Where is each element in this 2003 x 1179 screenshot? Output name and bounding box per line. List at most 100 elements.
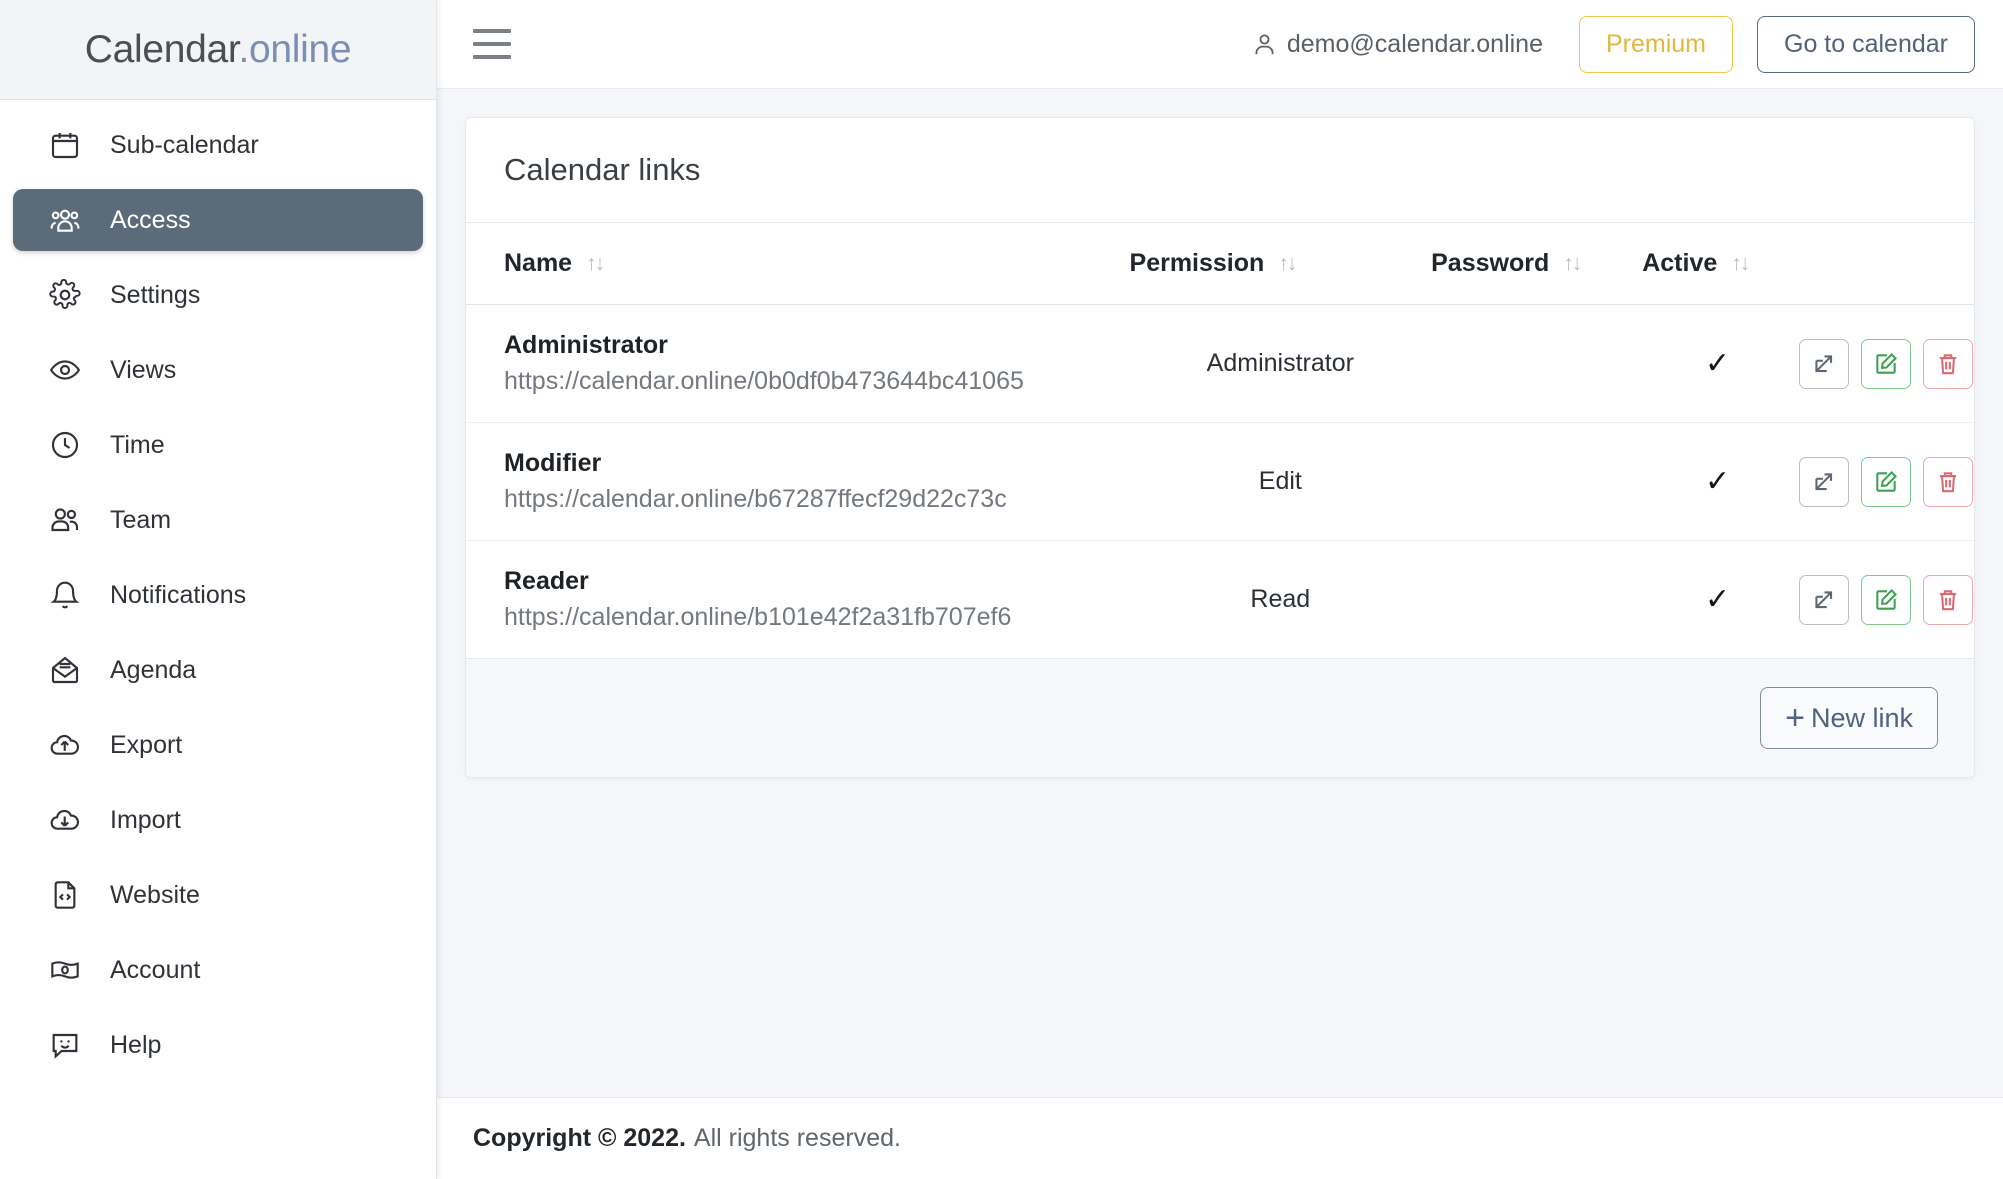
hamburger-icon[interactable] [473, 29, 511, 59]
sidebar-item-import[interactable]: Import [13, 789, 423, 851]
sidebar-item-label: Agenda [110, 655, 197, 684]
external-link-icon[interactable] [1799, 338, 1850, 389]
active-check-icon: ✓ [1705, 582, 1731, 616]
bell-icon [48, 578, 82, 612]
link-name: Reader [504, 567, 589, 595]
sidebar-item-label: Time [110, 430, 165, 459]
sidebar-item-team[interactable]: Team [13, 489, 423, 551]
sidebar-item-label: Export [110, 730, 183, 759]
sidebar-item-label: Account [110, 955, 201, 984]
link-url[interactable]: https://calendar.online/0b0df0b473644bc4… [504, 367, 1130, 396]
edit-pencil-icon[interactable] [1861, 574, 1912, 625]
link-url[interactable]: https://calendar.online/b101e42f2a31fb70… [504, 603, 1130, 632]
sidebar-item-export[interactable]: Export [13, 714, 423, 776]
table-header-row: Name ↑↓ Permission ↑↓ Password ↑↓ Active… [466, 223, 1974, 305]
column-label: Permission [1129, 249, 1265, 277]
table-row: Modifier https://calendar.online/b67287f… [466, 422, 1974, 541]
calendar-icon [48, 128, 82, 162]
sidebar: Calendar.online Sub-calendar Access Sett… [0, 0, 437, 1179]
sidebar-item-help[interactable]: Help [13, 1014, 423, 1076]
sidebar-item-views[interactable]: Views [13, 339, 423, 401]
copyright-bold: Copyright © 2022. [473, 1124, 686, 1152]
table-row: Reader https://calendar.online/b101e42f2… [466, 540, 1974, 659]
cell-actions [1793, 422, 1974, 541]
trash-delete-icon[interactable] [1923, 338, 1974, 389]
brand-logo[interactable]: Calendar.online [0, 0, 436, 100]
card-footer: + New link [466, 659, 1974, 777]
cell-password [1431, 540, 1643, 659]
brand-logo-text: Calendar.online [85, 28, 352, 72]
column-header-active[interactable]: Active ↑↓ [1642, 223, 1794, 305]
column-header-name[interactable]: Name ↑↓ [466, 223, 1130, 305]
copyright-rest: All rights reserved. [693, 1124, 901, 1152]
column-label: Password [1431, 249, 1550, 277]
cloud-upload-icon [48, 728, 82, 762]
plus-icon: + [1785, 699, 1805, 737]
brand-name-secondary: .online [238, 27, 352, 71]
sidebar-item-label: Help [110, 1030, 162, 1059]
sidebar-item-label: Import [110, 805, 181, 834]
topbar: demo@calendar.online Premium Go to calen… [437, 0, 2003, 89]
sort-arrows-icon[interactable]: ↑↓ [586, 253, 605, 274]
sidebar-item-label: Settings [110, 280, 201, 309]
cell-name: Reader https://calendar.online/b101e42f2… [466, 540, 1130, 659]
table-body: Administrator https://calendar.online/0b… [466, 304, 1974, 659]
sidebar-item-settings[interactable]: Settings [13, 264, 423, 326]
cell-name: Modifier https://calendar.online/b67287f… [466, 422, 1130, 541]
column-label: Name [504, 249, 573, 277]
sidebar-item-account[interactable]: Account [13, 939, 423, 1001]
page-title: Calendar links [466, 118, 1974, 223]
smiley-chat-icon [48, 1028, 82, 1062]
app-root: Calendar.online Sub-calendar Access Sett… [0, 0, 2003, 1179]
hamburger-bar [473, 42, 511, 46]
cell-permission: Edit [1129, 422, 1432, 541]
sidebar-item-time[interactable]: Time [13, 414, 423, 476]
column-header-password[interactable]: Password ↑↓ [1431, 223, 1643, 305]
column-header-actions [1793, 223, 1974, 305]
code-file-icon [48, 878, 82, 912]
active-check-icon: ✓ [1705, 464, 1731, 498]
cell-actions [1793, 304, 1974, 423]
edit-pencil-icon[interactable] [1861, 338, 1912, 389]
cell-name: Administrator https://calendar.online/0b… [466, 304, 1130, 423]
sort-arrows-icon[interactable]: ↑↓ [1563, 253, 1582, 274]
column-header-permission[interactable]: Permission ↑↓ [1129, 223, 1432, 305]
new-link-button[interactable]: + New link [1760, 687, 1938, 749]
premium-button[interactable]: Premium [1578, 15, 1733, 73]
sidebar-item-website[interactable]: Website [13, 864, 423, 926]
table-row: Administrator https://calendar.online/0b… [466, 304, 1974, 423]
external-link-icon[interactable] [1799, 456, 1850, 507]
sidebar-item-label: Views [110, 355, 177, 384]
sidebar-item-sub-calendar[interactable]: Sub-calendar [13, 114, 423, 176]
sidebar-item-label: Website [110, 880, 200, 909]
trash-delete-icon[interactable] [1923, 456, 1974, 507]
link-url[interactable]: https://calendar.online/b67287ffecf29d22… [504, 485, 1130, 514]
content-area: Calendar links Name ↑↓ Permission ↑↓ Pas… [437, 89, 2003, 1097]
trash-delete-icon[interactable] [1923, 574, 1974, 625]
new-link-label: New link [1810, 702, 1913, 733]
brand-name-primary: Calendar [84, 27, 239, 71]
sidebar-item-notifications[interactable]: Notifications [13, 564, 423, 626]
clock-icon [48, 428, 82, 462]
sort-arrows-icon[interactable]: ↑↓ [1278, 253, 1297, 274]
external-link-icon[interactable] [1799, 574, 1850, 625]
banknote-icon [48, 953, 82, 987]
go-to-calendar-button[interactable]: Go to calendar [1757, 15, 1975, 73]
cell-active: ✓ [1642, 304, 1794, 423]
cell-password [1431, 422, 1643, 541]
edit-pencil-icon[interactable] [1861, 456, 1912, 507]
gear-icon [48, 278, 82, 312]
person-icon [1255, 33, 1274, 54]
user-account-chip[interactable]: demo@calendar.online [1251, 30, 1543, 59]
sort-arrows-icon[interactable]: ↑↓ [1731, 253, 1750, 274]
sidebar-nav: Sub-calendar Access Settings Views Time … [0, 100, 436, 1179]
open-envelope-icon [48, 653, 82, 687]
sidebar-item-access[interactable]: Access [13, 189, 423, 251]
cell-active: ✓ [1642, 540, 1794, 659]
column-label: Active [1642, 249, 1718, 277]
people-group-icon [48, 203, 82, 237]
sidebar-item-label: Access [110, 205, 191, 234]
calendar-links-table: Name ↑↓ Permission ↑↓ Password ↑↓ Active… [466, 223, 1974, 659]
sidebar-item-agenda[interactable]: Agenda [13, 639, 423, 701]
link-name: Administrator [504, 331, 668, 359]
